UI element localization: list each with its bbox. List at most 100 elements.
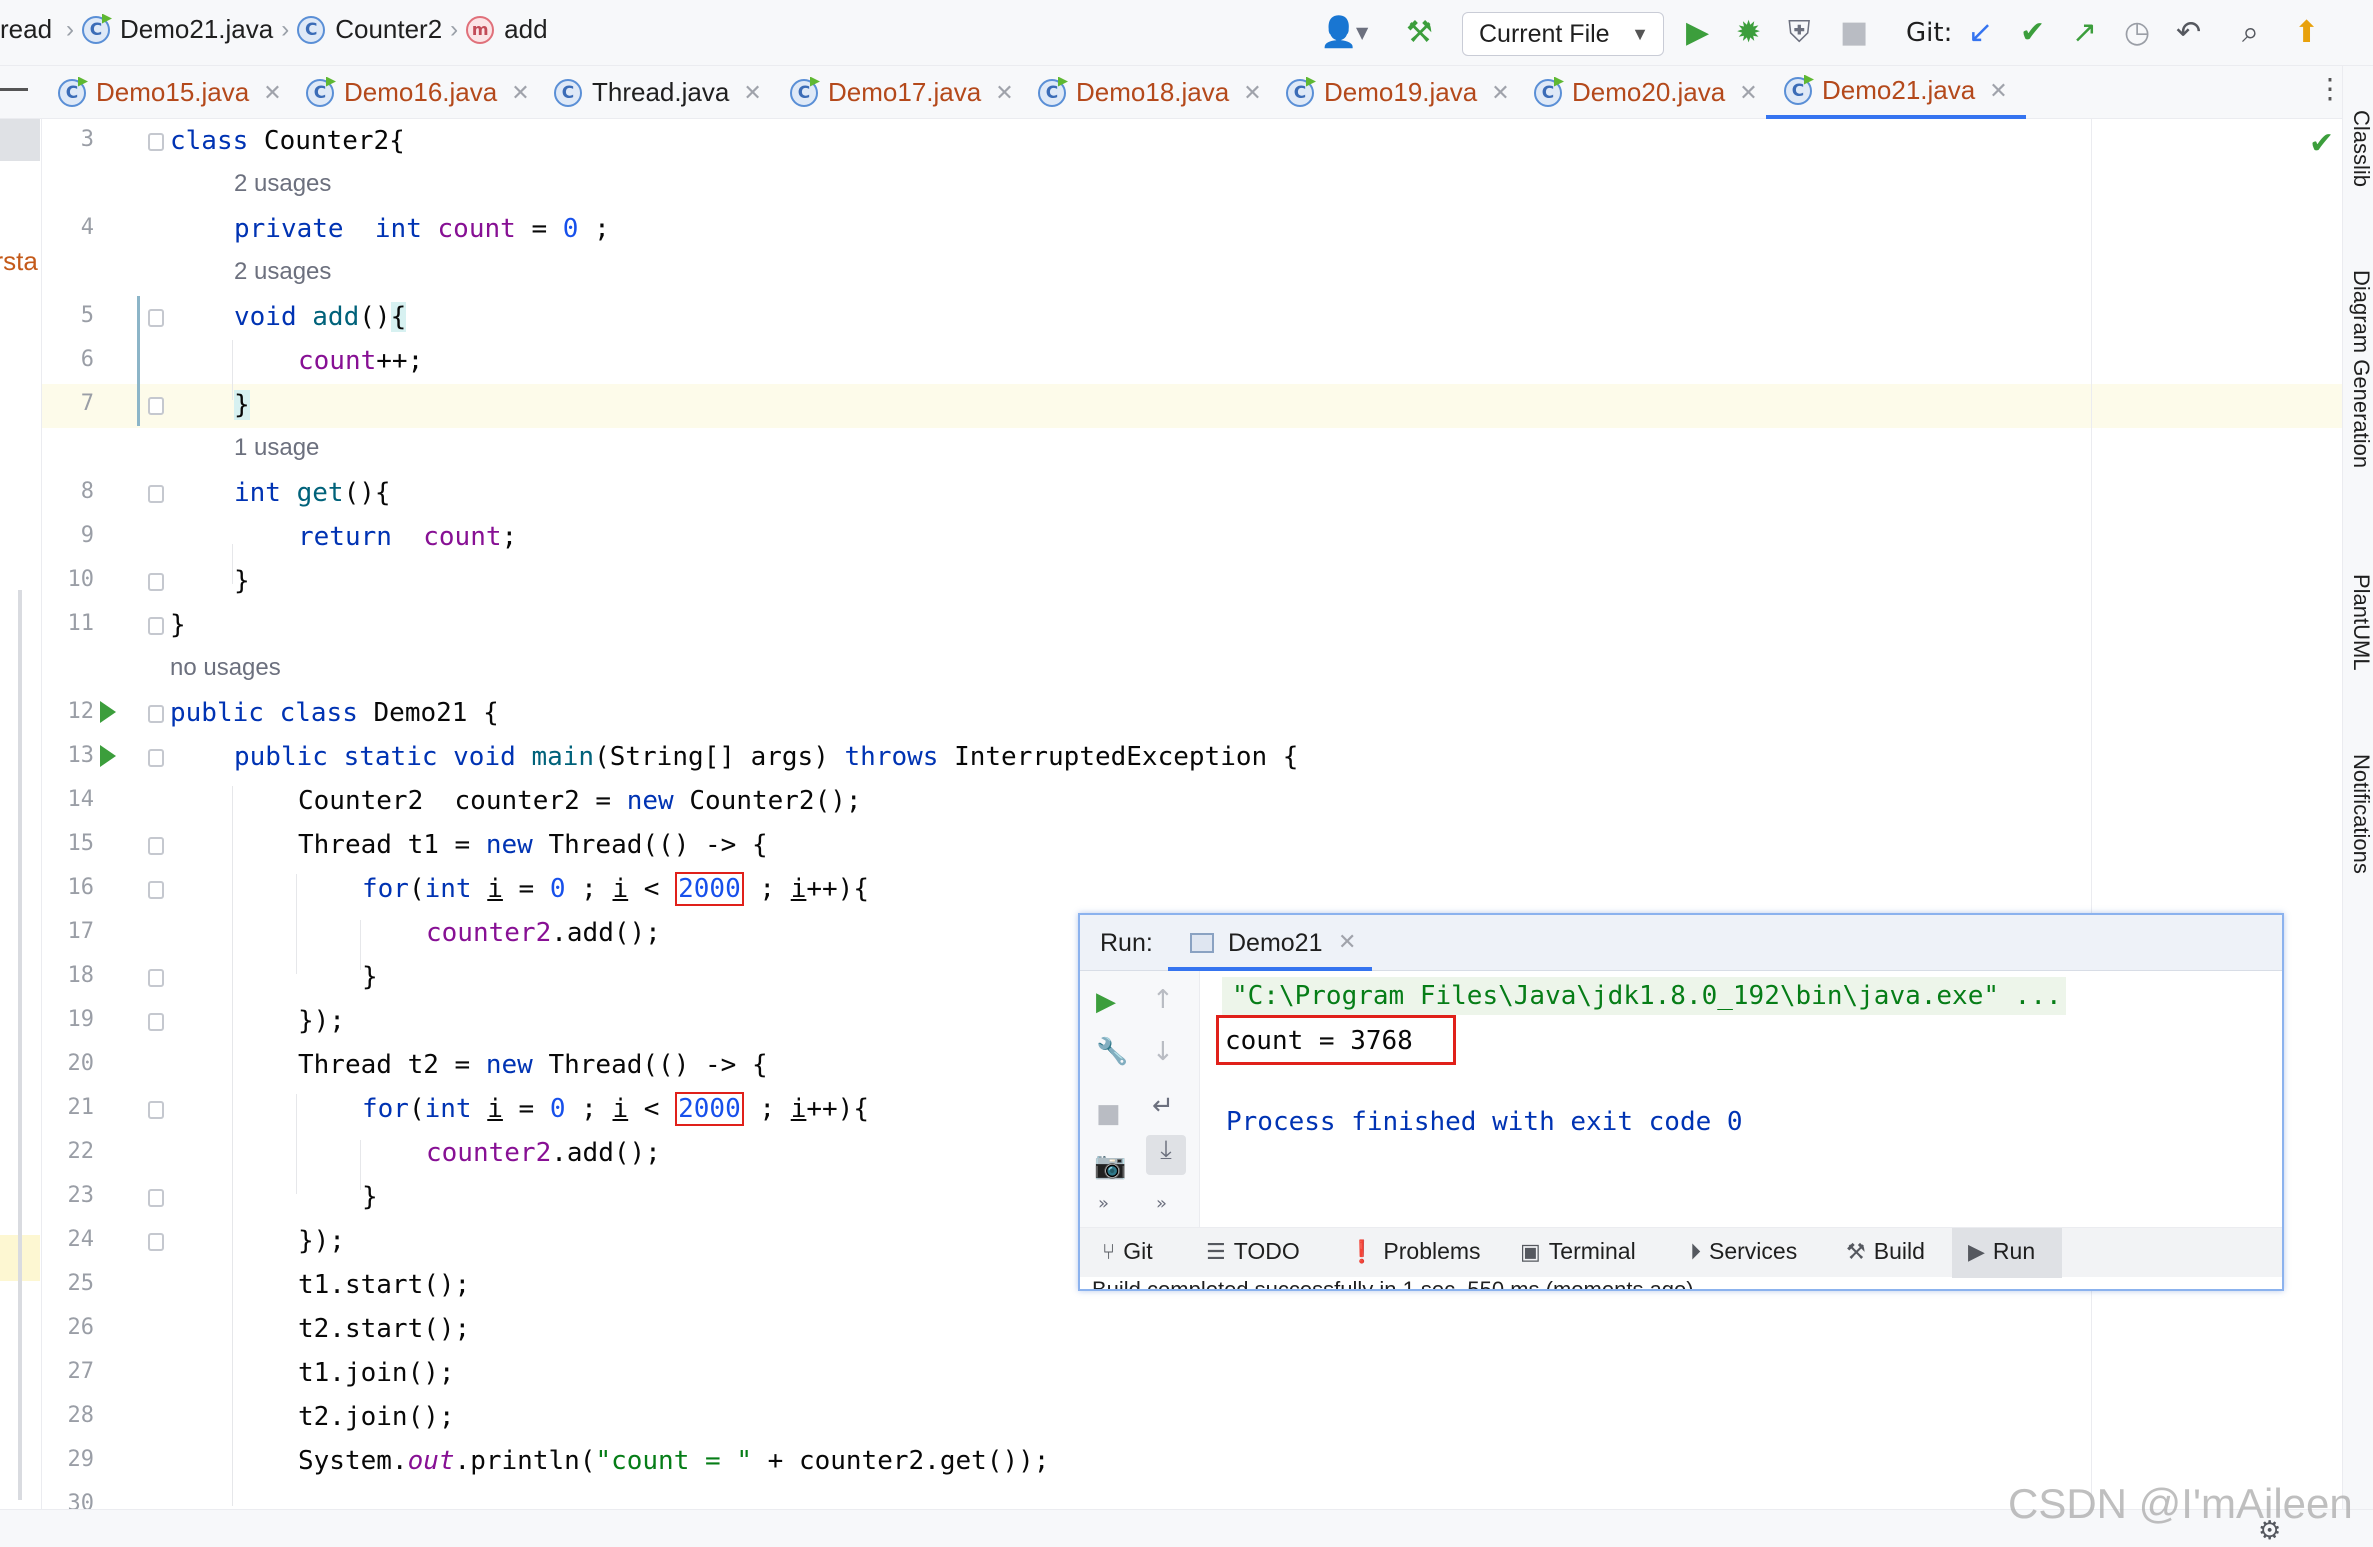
rollback-icon[interactable]: ↶ <box>2176 16 2201 50</box>
fold-icon[interactable] <box>148 1101 164 1119</box>
code-line-6[interactable]: count++; <box>298 346 423 376</box>
code-line-8[interactable]: int get(){ <box>234 478 391 508</box>
code-line-23[interactable]: } <box>362 1182 378 1212</box>
bottom-tab-todo[interactable]: ☰ TODO <box>1206 1238 1300 1265</box>
code-line-24[interactable]: }); <box>298 1226 345 1256</box>
scroll-to-end-icon[interactable]: ⤓ <box>1146 1135 1186 1175</box>
tab-demo16[interactable]: C Demo16.java ✕ <box>306 66 530 119</box>
bottom-tab-run[interactable]: ▶ Run <box>1968 1238 2035 1265</box>
tool-notifications[interactable]: Notifications <box>2348 754 2373 874</box>
git-update-icon[interactable]: ↙ <box>1968 16 1993 50</box>
usages-hint[interactable]: no usages <box>170 654 281 682</box>
fold-icon[interactable] <box>148 133 164 151</box>
coverage-icon[interactable]: ⛨ <box>1788 16 1811 50</box>
stop-icon[interactable]: ■ <box>1096 1099 1121 1129</box>
rerun-icon[interactable]: ▶ <box>1096 987 1116 1017</box>
fold-icon[interactable] <box>148 397 164 415</box>
stop-icon[interactable]: ■ <box>1840 16 1868 50</box>
close-icon[interactable]: ✕ <box>511 80 529 106</box>
search-icon[interactable]: ⌕ <box>2242 16 2259 50</box>
usages-hint[interactable]: 2 usages <box>234 170 331 198</box>
close-icon[interactable]: ✕ <box>743 80 761 106</box>
close-icon[interactable]: ✕ <box>1739 80 1757 106</box>
code-line-19[interactable]: }); <box>298 1006 345 1036</box>
bottom-tab-git[interactable]: ⑂ Git <box>1102 1238 1153 1265</box>
code-line-4[interactable]: private int count = 0 ; <box>234 214 610 244</box>
arrow-up-icon[interactable]: ↑ <box>1152 985 1174 1015</box>
inspection-ok-icon[interactable]: ✔ <box>2309 126 2334 161</box>
update-icon[interactable]: ⬆ <box>2294 16 2319 50</box>
chevron-down-icon[interactable]: ▼ <box>1356 16 1368 50</box>
code-line-27[interactable]: t1.join(); <box>298 1358 455 1388</box>
tab-demo18[interactable]: C Demo18.java ✕ <box>1038 66 1262 119</box>
usages-hint[interactable]: 1 usage <box>234 434 319 462</box>
code-line-21[interactable]: for(int i = 0 ; i < 2000 ; i++){ <box>362 1092 869 1126</box>
breadcrumb-method[interactable]: add <box>504 14 547 45</box>
tab-demo21[interactable]: C Demo21.java ✕ <box>1766 66 2026 119</box>
breadcrumb-project[interactable]: read <box>0 14 52 45</box>
fold-icon[interactable] <box>148 573 164 591</box>
code-line-26[interactable]: t2.start(); <box>298 1314 470 1344</box>
code-line-9[interactable]: return count; <box>298 522 517 552</box>
usages-hint[interactable]: 2 usages <box>234 258 331 286</box>
tab-thread[interactable]: C Thread.java ✕ <box>554 66 762 119</box>
code-line-29[interactable]: System.out.println("count = " + counter2… <box>298 1446 1049 1476</box>
arrow-down-icon[interactable]: ↓ <box>1152 1037 1174 1067</box>
soft-wrap-icon[interactable]: ↵ <box>1152 1091 1174 1121</box>
tool-plantuml[interactable]: PlantUML <box>2348 574 2373 671</box>
collapse-icon[interactable] <box>0 88 28 91</box>
run-main-icon[interactable] <box>100 745 116 767</box>
bottom-tab-build[interactable]: ⚒ Build <box>1846 1238 1925 1265</box>
tool-classlib[interactable]: Classlib <box>2348 110 2373 187</box>
tab-demo17[interactable]: C Demo17.java ✕ <box>790 66 1014 119</box>
run-icon[interactable]: ▶ <box>1686 16 1709 50</box>
fold-icon[interactable] <box>148 1013 164 1031</box>
close-icon[interactable]: ✕ <box>1989 78 2007 104</box>
code-line-22[interactable]: counter2.add(); <box>426 1138 661 1168</box>
close-icon[interactable]: ✕ <box>995 80 1013 106</box>
bottom-tab-problems[interactable]: ❗ Problems <box>1348 1238 1481 1265</box>
fold-icon[interactable] <box>148 837 164 855</box>
code-line-20[interactable]: Thread t2 = new Thread(() -> { <box>298 1050 768 1080</box>
bottom-tab-terminal[interactable]: ▣ Terminal <box>1520 1238 1636 1265</box>
run-tab-demo21[interactable]: Demo21 ✕ <box>1168 915 1372 971</box>
code-line-3[interactable]: class Counter2{ <box>170 126 405 156</box>
tab-demo15[interactable]: C Demo15.java ✕ <box>58 66 282 119</box>
code-line-15[interactable]: Thread t1 = new Thread(() -> { <box>298 830 768 860</box>
debug-icon[interactable]: ✹ <box>1736 16 1761 50</box>
bottom-tab-services[interactable]: ⏵ Services <box>1690 1238 1797 1265</box>
git-commit-icon[interactable]: ✔ <box>2020 16 2045 50</box>
left-strip-scrollbar[interactable] <box>18 590 22 1500</box>
breadcrumb-file[interactable]: Demo21.java <box>120 14 273 45</box>
code-line-14[interactable]: Counter2 counter2 = new Counter2(); <box>298 786 862 816</box>
code-line-11[interactable]: } <box>170 610 186 640</box>
fold-icon[interactable] <box>148 705 164 723</box>
fold-icon[interactable] <box>148 617 164 635</box>
code-line-18[interactable]: } <box>362 962 378 992</box>
run-main-icon[interactable] <box>100 701 116 723</box>
code-line-13[interactable]: public static void main(String[] args) t… <box>234 742 1298 772</box>
fold-icon[interactable] <box>148 309 164 327</box>
fold-icon[interactable] <box>148 881 164 899</box>
more-vertical-icon[interactable]: ⋮ <box>2316 72 2344 105</box>
fold-icon[interactable] <box>148 969 164 987</box>
git-push-icon[interactable]: ↗ <box>2072 16 2097 50</box>
code-line-5[interactable]: void add(){ <box>234 302 407 332</box>
code-line-28[interactable]: t2.join(); <box>298 1402 455 1432</box>
code-line-12[interactable]: public class Demo21 { <box>170 698 499 728</box>
close-icon[interactable]: ✕ <box>263 80 281 106</box>
close-icon[interactable]: ✕ <box>1243 80 1261 106</box>
code-line-16[interactable]: for(int i = 0 ; i < 2000 ; i++){ <box>362 872 869 906</box>
fold-icon[interactable] <box>148 1189 164 1207</box>
close-icon[interactable]: ✕ <box>1338 929 1356 955</box>
fold-icon[interactable] <box>148 749 164 767</box>
code-line-10[interactable]: } <box>234 566 250 596</box>
more-icon[interactable]: » <box>1098 1193 1109 1214</box>
tab-demo20[interactable]: C Demo20.java ✕ <box>1534 66 1758 119</box>
tool-diagram-generation[interactable]: Diagram Generation <box>2348 270 2373 468</box>
close-icon[interactable]: ✕ <box>1491 80 1509 106</box>
tab-demo19[interactable]: C Demo19.java ✕ <box>1286 66 1510 119</box>
code-line-17[interactable]: counter2.add(); <box>426 918 661 948</box>
more-icon[interactable]: » <box>1156 1193 1167 1214</box>
history-icon[interactable]: ◷ <box>2124 16 2150 50</box>
